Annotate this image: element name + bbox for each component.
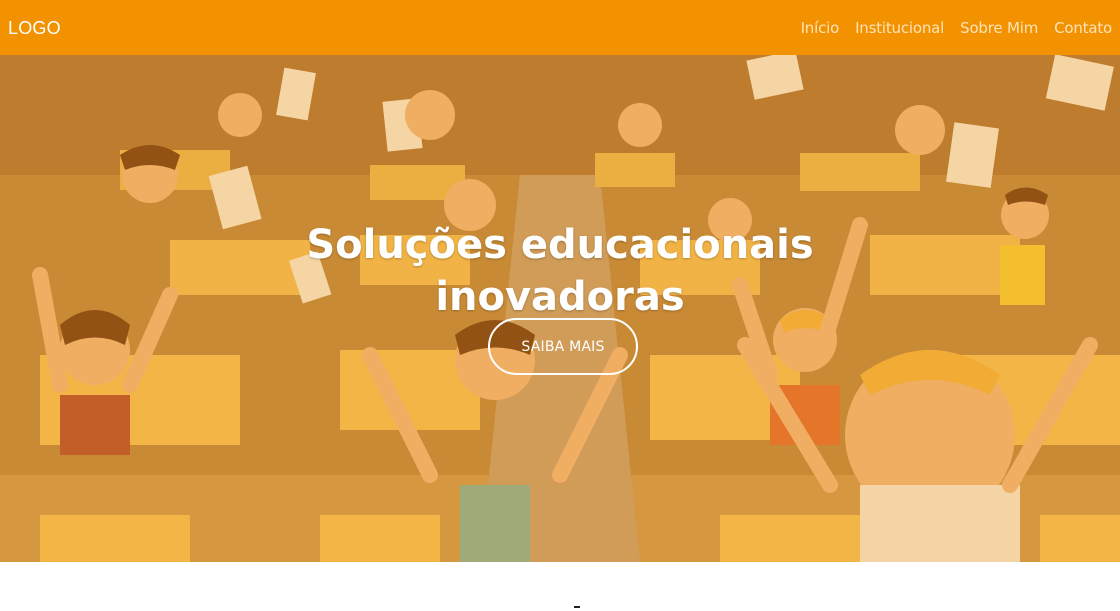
nav-link-contato[interactable]: Contato <box>1054 19 1112 37</box>
section-divider-mark <box>574 606 580 608</box>
hero-title-line-1: Soluções educacionais <box>306 221 814 268</box>
main-nav: Início Institucional Sobre Mim Contato <box>801 19 1113 37</box>
next-section <box>0 562 1120 611</box>
hero-title: Soluções educacionais inovadoras <box>0 219 1120 323</box>
hero-banner: Soluções educacionais inovadoras SAIBA M… <box>0 55 1120 562</box>
saiba-mais-button[interactable]: SAIBA MAIS <box>488 318 638 375</box>
hero-title-line-2: inovadoras <box>435 273 685 320</box>
nav-link-sobre-mim[interactable]: Sobre Mim <box>960 19 1038 37</box>
logo[interactable]: LOGO <box>8 16 61 39</box>
nav-link-inicio[interactable]: Início <box>801 19 840 37</box>
top-navbar: LOGO Início Institucional Sobre Mim Cont… <box>0 0 1120 55</box>
nav-link-institucional[interactable]: Institucional <box>855 19 944 37</box>
